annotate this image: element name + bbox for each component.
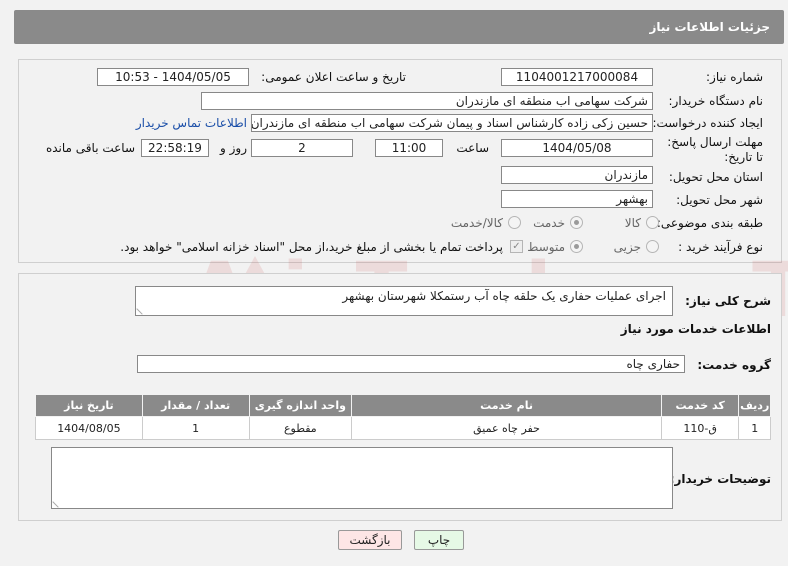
category-option-service: خدمت — [533, 216, 565, 230]
buyer-org-label: نام دستگاه خریدار: — [668, 94, 764, 108]
remaining-label: ساعت باقی مانده — [45, 141, 135, 155]
buyer-contact-link[interactable]: اطلاعات تماس خریدار — [136, 116, 247, 130]
category-radio-service[interactable] — [570, 216, 583, 229]
announce-field: 1404/05/05 - 10:53 — [97, 68, 249, 86]
deadline-label: مهلت ارسال پاسخ: تا تاریخ: — [667, 135, 763, 164]
service-group-field: حفاری چاه — [137, 355, 685, 373]
remaining-time-field: 22:58:19 — [141, 139, 209, 157]
process-radio-medium[interactable] — [570, 240, 583, 253]
province-field: مازندران — [501, 166, 653, 184]
process-option-minor: جزیی — [613, 240, 641, 254]
deadline-time-field: 11:00 — [375, 139, 443, 157]
service-group-label: گروه خدمت: — [697, 358, 771, 372]
cell-unit: مقطوع — [248, 416, 353, 440]
creator-field: حسین زکی زاده کارشناس اسناد و پیمان شرکت… — [251, 114, 653, 132]
page-header: جزئیات اطلاعات نیاز — [14, 10, 784, 44]
col-code: کد خدمت — [660, 394, 740, 417]
description-textarea: اجرای عملیات حفاری یک حلقه چاه آب رستمکل… — [135, 286, 673, 316]
table-row: 1 ق-110 حفر چاه عمیق مقطوع 1 1404/08/05 — [35, 416, 771, 440]
col-qty: تعداد / مقدار — [141, 394, 250, 417]
cell-qty: 1 — [141, 416, 250, 440]
announce-label: تاریخ و ساعت اعلان عمومی: — [261, 70, 406, 84]
process-label: نوع فرآیند خرید : — [678, 240, 763, 254]
need-number-label: شماره نیاز: — [706, 70, 763, 84]
description-label: شرح کلی نیاز: — [685, 294, 771, 308]
services-section-title: اطلاعات خدمات مورد نیاز — [620, 322, 771, 336]
buyer-org-field: شرکت سهامی اب منطقه ای مازندران — [201, 92, 653, 110]
description-text: اجرای عملیات حفاری یک حلقه چاه آب رستمکل… — [342, 289, 666, 303]
cell-row: 1 — [738, 416, 771, 440]
province-label: استان محل تحویل: — [668, 170, 763, 184]
resize-handle-icon[interactable] — [52, 496, 64, 508]
resize-handle-icon[interactable] — [136, 303, 148, 315]
col-unit: واحد اندازه گیری — [248, 394, 353, 417]
creator-label: ایجاد کننده درخواست: — [652, 116, 763, 130]
days-field: 2 — [251, 139, 353, 157]
buyer-notes-textarea[interactable] — [51, 447, 673, 509]
deadline-time-label: ساعت — [456, 141, 489, 155]
page-title: جزئیات اطلاعات نیاز — [649, 20, 770, 34]
back-button[interactable]: بازگشت — [338, 530, 402, 550]
cell-code: ق-110 — [660, 416, 740, 440]
category-option-goods-service: کالا/خدمت — [450, 216, 503, 230]
category-label: طبقه بندی موضوعی: — [656, 216, 763, 230]
col-row: ردیف — [738, 394, 771, 417]
treasury-note: پرداخت تمام یا بخشی از مبلغ خرید،از محل … — [120, 240, 503, 254]
process-radio-minor[interactable] — [646, 240, 659, 253]
col-name: نام خدمت — [351, 394, 662, 417]
buyer-notes-label: توضیحات خریدار: — [669, 472, 771, 486]
need-number-field: 1104001217000084 — [501, 68, 653, 86]
category-option-goods: کالا — [624, 216, 641, 230]
cell-date: 1404/08/05 — [35, 416, 143, 440]
city-label: شهر محل تحویل: — [676, 193, 763, 207]
category-radio-goods-service[interactable] — [508, 216, 521, 229]
need-info-panel: شماره نیاز: 1104001217000084 تاریخ و ساع… — [18, 59, 782, 263]
print-button[interactable]: چاپ — [414, 530, 464, 550]
services-table: ردیف کد خدمت نام خدمت واحد اندازه گیری ت… — [35, 394, 771, 440]
category-radio-goods[interactable] — [646, 216, 659, 229]
deadline-date-field: 1404/05/08 — [501, 139, 653, 157]
col-date: تاریخ نیاز — [35, 394, 143, 417]
process-option-medium: متوسط — [527, 240, 565, 254]
cell-name: حفر چاه عمیق — [351, 416, 662, 440]
services-panel: شرح کلی نیاز: اجرای عملیات حفاری یک حلقه… — [18, 273, 782, 521]
days-label: روز و — [220, 141, 247, 155]
city-field: بهشهر — [501, 190, 653, 208]
treasury-checkbox[interactable]: ✓ — [510, 240, 523, 253]
services-table-header: ردیف کد خدمت نام خدمت واحد اندازه گیری ت… — [35, 394, 771, 417]
